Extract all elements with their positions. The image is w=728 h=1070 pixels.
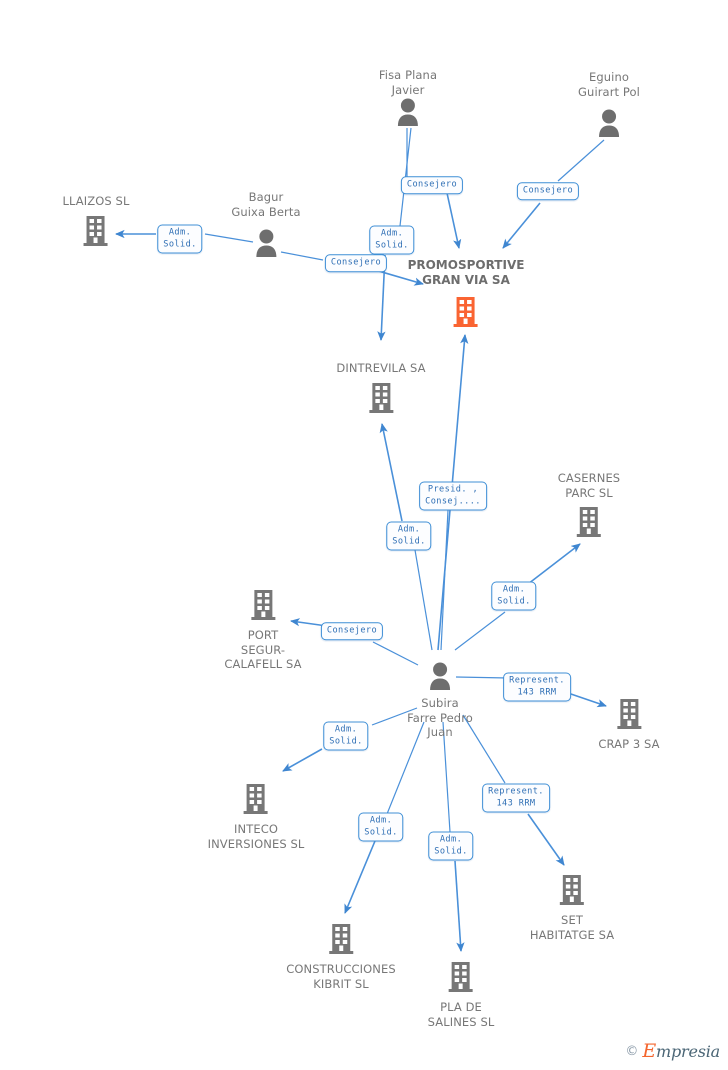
edge-e-eguino-consejero — [557, 139, 605, 182]
node-construcc[interactable]: CONSTRUCCIONES KIBRIT SL — [286, 923, 396, 991]
company-icon-pla[interactable] — [428, 961, 495, 993]
edge-label-lbl-subira-port[interactable]: Consejero — [320, 622, 384, 640]
edge-e-consejero-promo — [446, 192, 462, 249]
brand-initial: E — [642, 1040, 656, 1062]
node-label-casernes: CASERNES PARC SL — [557, 471, 621, 500]
node-label-crap3: CRAP 3 SA — [598, 737, 660, 751]
node-label-bagur: Bagur Guixa Berta — [231, 190, 301, 219]
node-promosport[interactable]: PROMOSPORTIVE GRAN VIA SA — [407, 258, 525, 328]
node-label-inteco: INTECO INVERSIONES SL — [207, 822, 305, 851]
person-icon-fisa[interactable] — [379, 97, 437, 127]
company-icon-llaizos[interactable] — [63, 215, 130, 247]
company-icon-dintrevila[interactable] — [336, 382, 425, 414]
edge-e-subira-admsolid-c — [454, 611, 506, 651]
company-icon-crap3[interactable] — [598, 698, 659, 730]
edge-e-admsolid-inteco — [282, 748, 323, 772]
edge-label-lbl-subira-inteco[interactable]: Adm. Solid. — [323, 721, 369, 751]
company-icon-inteco[interactable] — [208, 783, 305, 815]
diagram-canvas: Fisa Plana Javier Eguino Guirart Pol Bagur… — [0, 0, 728, 1070]
node-label-llaizos: LLAIZOS SL — [62, 194, 130, 208]
node-label-port: PORT SEGUR- CALAFELL SA — [224, 628, 302, 671]
edge-label-lbl-subira-casernes[interactable]: Adm. Solid. — [491, 581, 537, 611]
edge-e-admsolid-pla — [454, 860, 465, 952]
node-llaizos[interactable]: LLAIZOS SL — [63, 194, 130, 247]
company-icon-port[interactable] — [224, 589, 301, 621]
node-dintrevila[interactable]: DINTREVILA SA — [336, 361, 426, 414]
node-label-fisa: Fisa Plana Javier — [378, 68, 438, 97]
node-bagur[interactable]: Bagur Guixa Berta — [231, 190, 301, 258]
node-port[interactable]: PORT SEGUR- CALAFELL SA — [224, 589, 302, 672]
node-label-construcc: CONSTRUCCIONES KIBRIT SL — [286, 962, 396, 991]
node-label-promosport: PROMOSPORTIVE GRAN VIA SA — [407, 258, 525, 287]
edge-label-lbl-eguino-promo[interactable]: Consejero — [516, 182, 580, 200]
company-icon-construcc[interactable] — [286, 923, 396, 955]
node-crap3[interactable]: CRAP 3 SA — [598, 698, 660, 752]
edge-e-subira-presid — [440, 509, 449, 651]
edge-label-lbl-subira-construcc[interactable]: Adm. Solid. — [358, 812, 404, 842]
person-icon-eguino[interactable] — [578, 108, 640, 138]
node-pla[interactable]: PLA DE SALINES SL — [428, 961, 495, 1029]
node-casernes[interactable]: CASERNES PARC SL — [558, 471, 620, 538]
edge-label-lbl-bagur-llaizos[interactable]: Adm. Solid. — [157, 224, 203, 254]
edge-label-lbl-subira-crap3[interactable]: Represent. 143 RRM — [503, 672, 571, 702]
edge-label-lbl-fisa-promo[interactable]: Consejero — [400, 176, 464, 194]
edge-e-admsolid-casernes — [527, 543, 581, 585]
edge-e-consejero2-promo — [502, 202, 541, 249]
node-label-set: SET HABITATGE SA — [529, 913, 615, 942]
edge-e-admsolid-construcc — [344, 840, 376, 914]
node-eguino[interactable]: Eguino Guirart Pol — [578, 70, 640, 138]
brand-name: Empresia — [642, 1040, 720, 1062]
edge-e-repr-set — [527, 813, 565, 866]
edge-e-admsolid-dintre2 — [379, 423, 403, 522]
edge-label-lbl-fisa-dintrevila[interactable]: Adm. Solid. — [369, 225, 415, 255]
company-icon-casernes[interactable] — [558, 506, 620, 538]
node-subira[interactable]: Subira Farre Pedro Juan — [407, 661, 473, 740]
edge-e-subira-admsolid-d — [414, 549, 433, 651]
brand-remainder: mpresia — [656, 1042, 720, 1061]
node-label-subira: Subira Farre Pedro Juan — [407, 696, 473, 739]
edge-label-lbl-subira-dintrevila[interactable]: Adm. Solid. — [386, 521, 432, 551]
copyright-symbol: © — [625, 1043, 639, 1059]
company-icon-set[interactable] — [530, 874, 614, 906]
edge-label-lbl-subira-pla[interactable]: Adm. Solid. — [428, 831, 474, 861]
node-fisa[interactable]: Fisa Plana Javier — [379, 68, 437, 127]
node-label-dintrevila: DINTREVILA SA — [336, 361, 426, 375]
node-inteco[interactable]: INTECO INVERSIONES SL — [208, 783, 305, 851]
node-label-pla: PLA DE SALINES SL — [427, 1000, 495, 1029]
watermark: © Empresia — [625, 1040, 720, 1062]
node-label-eguino: Eguino Guirart Pol — [578, 70, 640, 99]
person-icon-bagur[interactable] — [231, 228, 300, 258]
company-icon-promosport[interactable] — [408, 296, 525, 328]
edge-label-lbl-subira-promo[interactable]: Presid. , Consej.... — [419, 481, 487, 511]
edge-label-lbl-bagur-promo[interactable]: Consejero — [324, 254, 388, 272]
node-set[interactable]: SET HABITATGE SA — [530, 874, 614, 942]
edge-label-lbl-subira-set[interactable]: Represent. 143 RRM — [482, 783, 550, 813]
person-icon-subira[interactable] — [407, 661, 473, 691]
